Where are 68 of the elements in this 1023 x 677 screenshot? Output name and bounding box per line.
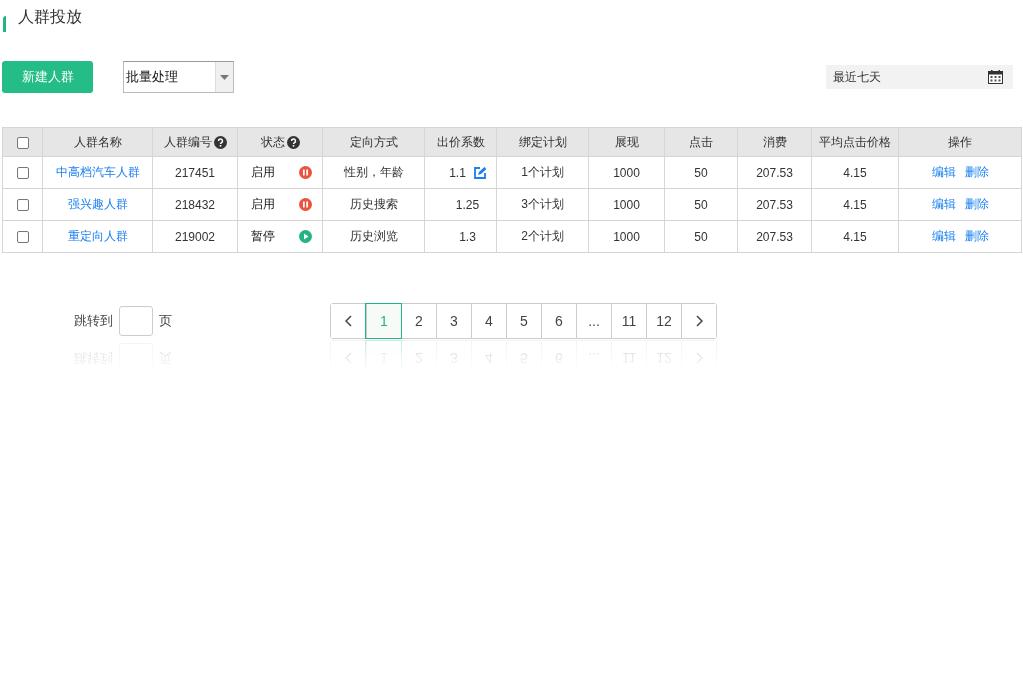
table-cell: 4.15 — [843, 229, 867, 244]
title-accent-bar — [3, 16, 6, 32]
row-checkbox[interactable] — [16, 231, 29, 244]
table-cell: 1000 — [613, 165, 640, 180]
table-cell: 50 — [694, 229, 708, 244]
column-header: 状态 — [260, 133, 285, 151]
calendar-icon — [988, 70, 1003, 84]
new-group-button[interactable]: 新建人群 — [2, 61, 93, 93]
table-cell: 历史搜索 — [349, 197, 398, 211]
edit-icon[interactable] — [473, 166, 486, 179]
column-header: 人群编号 — [163, 133, 212, 151]
table-cell: 4.15 — [843, 165, 867, 180]
column-header: 人群名称 — [73, 134, 122, 149]
table-cell: 218432 — [174, 197, 215, 212]
table-cell: 2个计划 — [521, 229, 564, 243]
column-header: 消费 — [762, 134, 787, 149]
status-text: 暂停 — [251, 228, 275, 245]
table-cell: 207.53 — [756, 229, 793, 244]
chevron-right-icon — [695, 315, 703, 327]
table-cell: 1000 — [613, 229, 640, 244]
table-cell: 1.3 — [459, 229, 476, 244]
jump-label: 跳转到 — [74, 312, 113, 330]
help-icon[interactable] — [286, 135, 300, 149]
page-title: 人群投放 — [18, 6, 82, 27]
column-header: 出价系数 — [436, 134, 485, 149]
caret-icon — [220, 74, 229, 80]
table-cell: 3个计划 — [521, 197, 564, 211]
help-icon[interactable] — [213, 135, 227, 149]
column-header: 平均点击价格 — [819, 134, 891, 149]
action-link[interactable]: 删除 — [964, 228, 989, 245]
column-header: 展现 — [614, 134, 639, 149]
next-page-button[interactable] — [681, 304, 716, 338]
column-header: 操作 — [948, 134, 972, 149]
column-header: 点击 — [689, 134, 713, 149]
row-checkbox[interactable] — [16, 199, 29, 212]
status-text: 启用 — [251, 164, 275, 181]
date-range-field[interactable]: 最近七天 — [826, 65, 1013, 89]
table-cell: 219002 — [174, 229, 215, 244]
column-header: 定向方式 — [349, 134, 398, 149]
table-cell: 50 — [694, 197, 708, 212]
table-cell: 207.53 — [756, 165, 793, 180]
table-cell: 207.53 — [756, 197, 793, 212]
row-checkbox[interactable] — [16, 167, 29, 180]
pause-icon[interactable] — [299, 166, 312, 179]
table-cell: 1.1 — [449, 165, 466, 180]
table-cell: 50 — [694, 165, 708, 180]
table-cell: 4.15 — [843, 197, 867, 212]
table-cell: 217451 — [174, 165, 215, 180]
column-header: 绑定计划 — [518, 134, 567, 149]
page-input[interactable] — [119, 306, 153, 336]
page-button[interactable]: 1 — [366, 304, 401, 338]
action-link[interactable]: 删除 — [964, 164, 989, 181]
table-cell: 1000 — [613, 197, 640, 212]
pause-icon[interactable] — [299, 198, 312, 211]
table-cell: 1.25 — [455, 197, 480, 212]
batch-select[interactable]: 批量处理 — [123, 61, 234, 93]
action-link[interactable]: 编辑 — [931, 196, 956, 213]
action-link[interactable]: 编辑 — [931, 164, 956, 181]
table-cell: 历史浏览 — [349, 229, 398, 243]
chevron-left-icon — [345, 315, 352, 327]
action-link[interactable]: 编辑 — [931, 228, 956, 245]
action-link[interactable]: 删除 — [964, 196, 989, 213]
table-cell: 1个计划 — [521, 165, 564, 179]
page-suffix: 页 — [159, 312, 172, 330]
table-cell: 性别，年龄 — [343, 165, 404, 179]
status-text: 启用 — [251, 196, 275, 213]
play-icon[interactable] — [299, 230, 312, 243]
select-all-checkbox[interactable] — [16, 136, 29, 149]
